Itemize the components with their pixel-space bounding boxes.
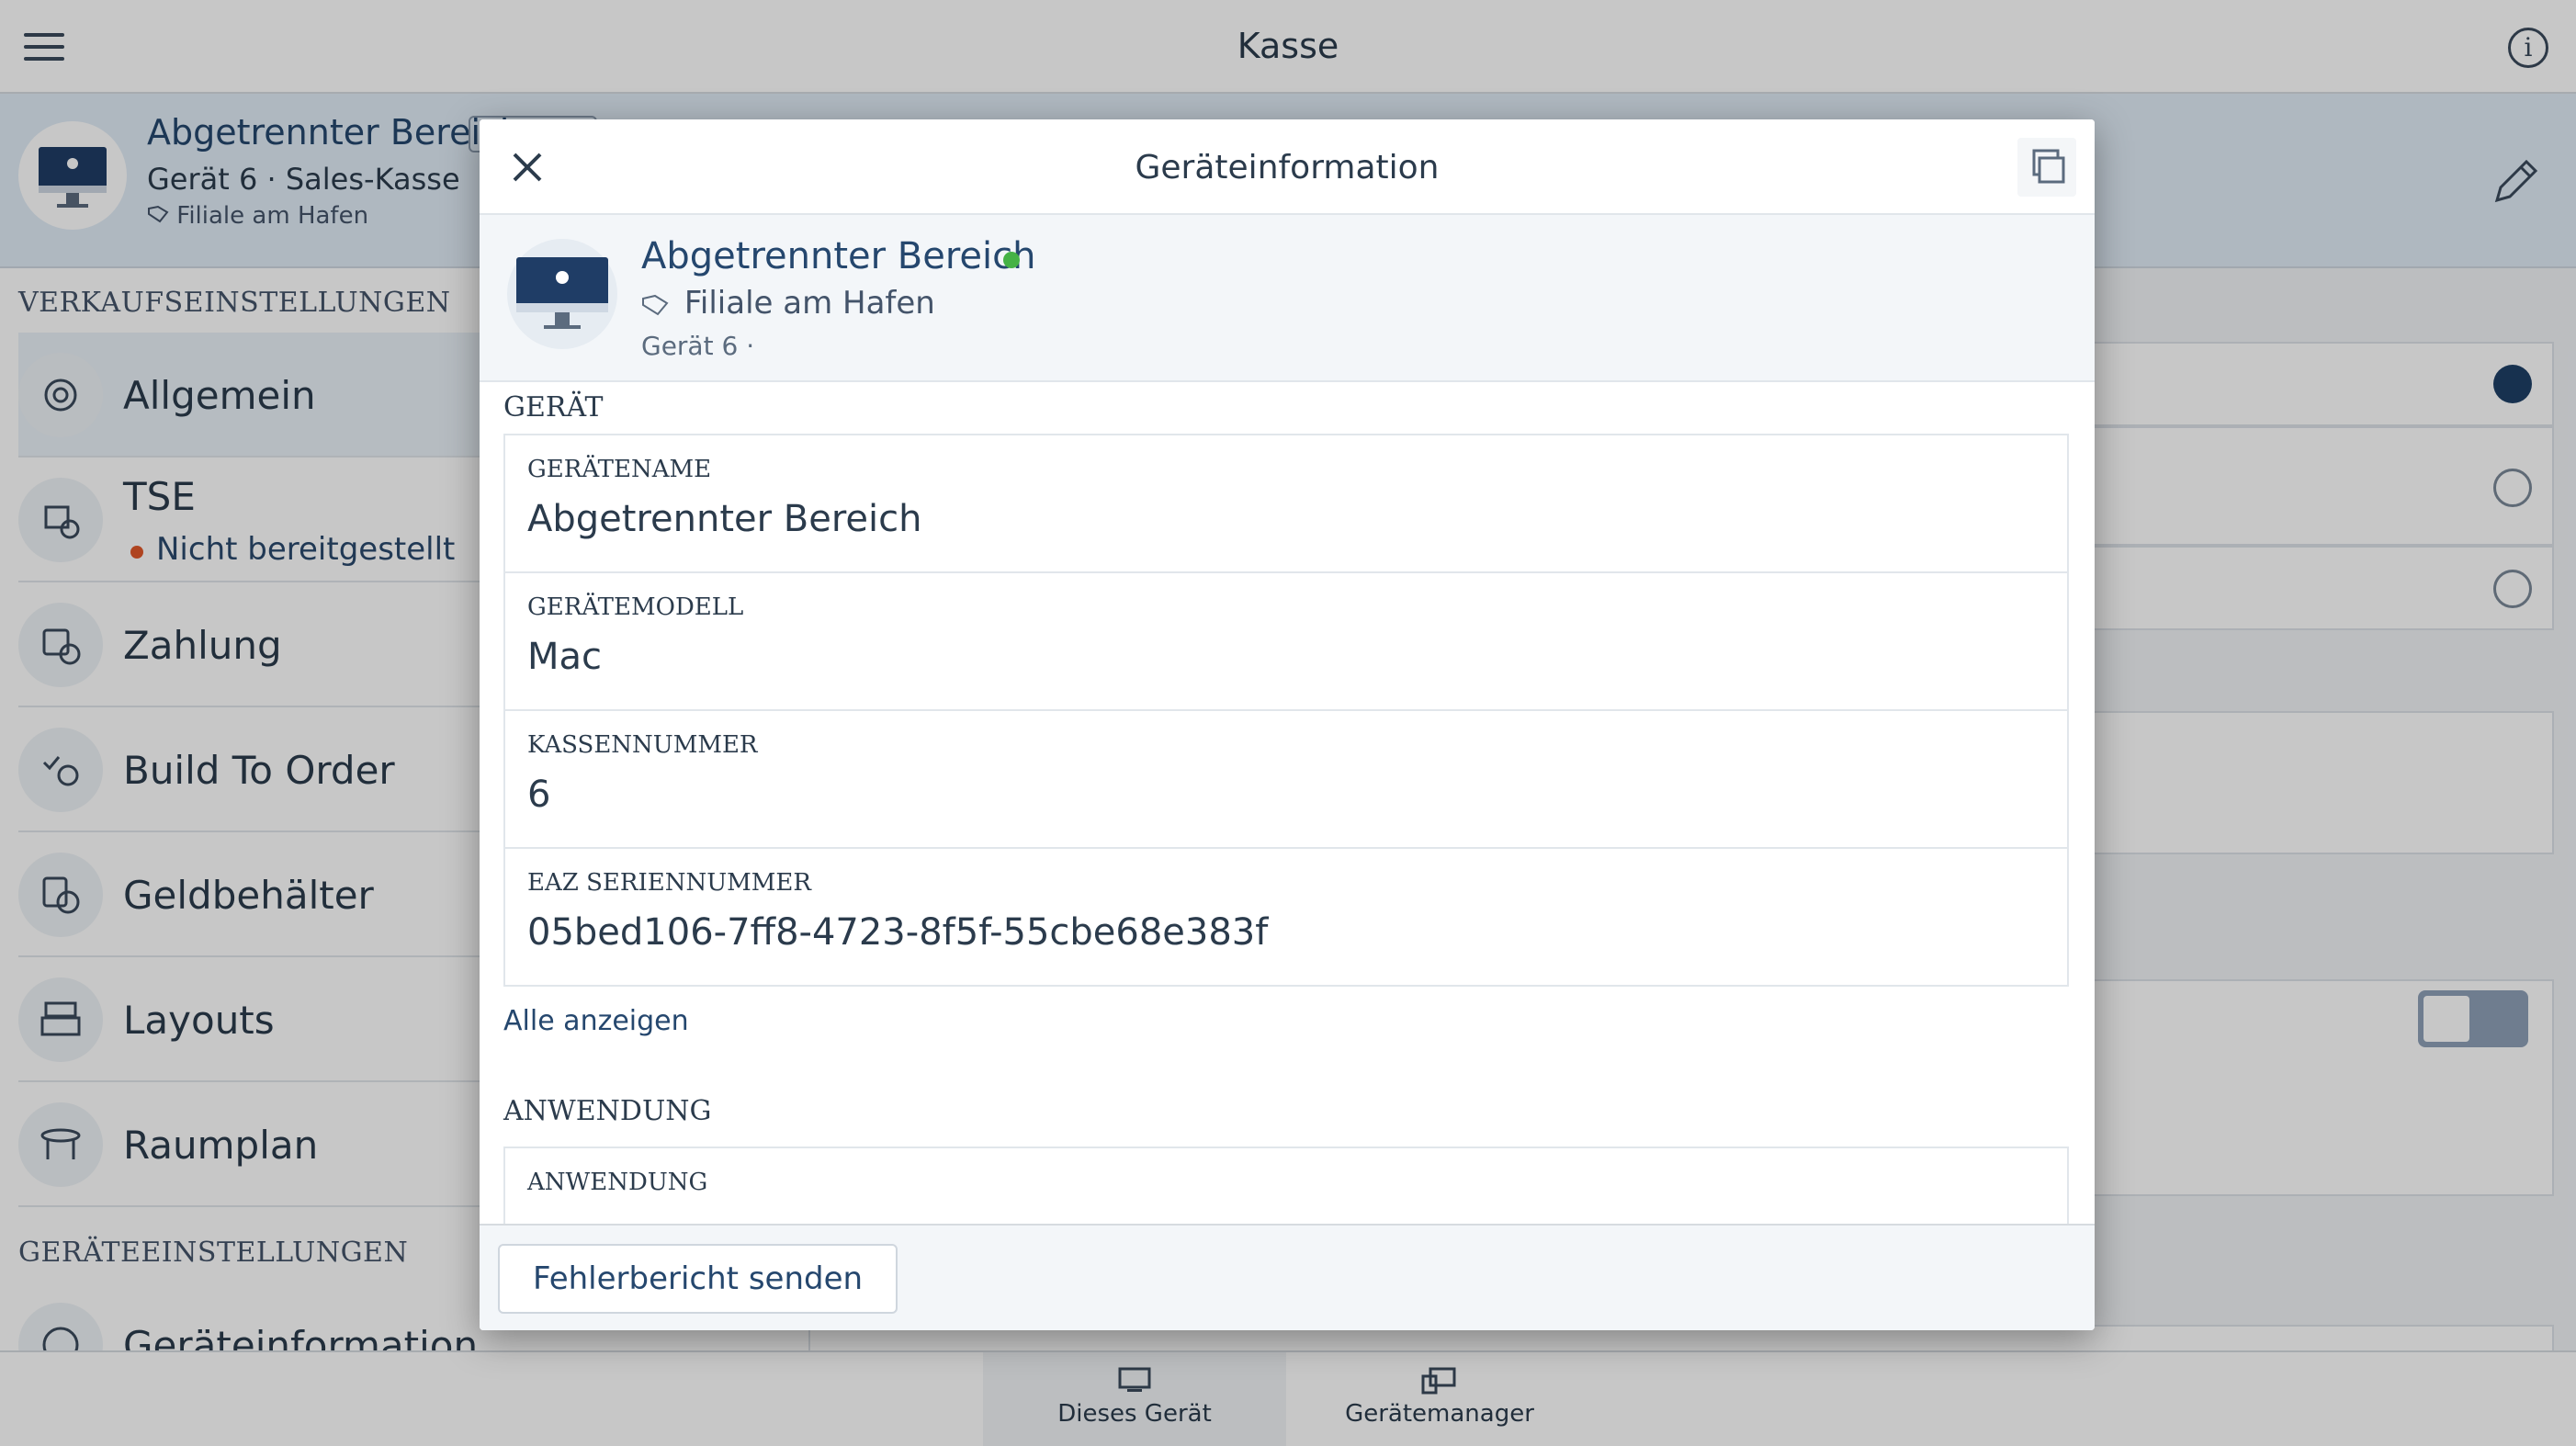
field-label: GERÄTENAME xyxy=(527,456,712,483)
modal-header: Geräteinformation xyxy=(480,119,2095,215)
modal-device-meta: Gerät 6 · xyxy=(641,331,755,361)
field-value: Mac xyxy=(527,636,603,678)
copy-icon xyxy=(2032,149,2065,184)
field-device-name: GERÄTENAME Abgetrennter Bereich xyxy=(503,434,2069,573)
show-all-link[interactable]: Alle anzeigen xyxy=(503,1005,689,1037)
imac-icon xyxy=(516,257,608,329)
modal-device-name: Abgetrennter Bereich xyxy=(641,235,1036,277)
field-serial-number: EAZ SERIENNUMMER 05bed106-7ff8-4723-8f5f… xyxy=(503,847,2069,987)
field-label: EAZ SERIENNUMMER xyxy=(527,869,811,897)
modal-device-location-text: Filiale am Hafen xyxy=(684,285,935,322)
online-status-dot xyxy=(1003,252,1020,268)
device-info-modal: Geräteinformation Abgetrennter Bereich F… xyxy=(480,119,2095,1330)
field-label: KASSENNUMMER xyxy=(527,731,758,759)
field-device-model: GERÄTEMODELL Mac xyxy=(503,571,2069,711)
device-avatar xyxy=(507,239,617,349)
field-value: 6 xyxy=(527,774,551,816)
section-label-device: GERÄT xyxy=(503,391,604,424)
field-label: GERÄTEMODELL xyxy=(527,593,744,621)
copy-button[interactable] xyxy=(2017,138,2076,197)
section-label-application: ANWENDUNG xyxy=(503,1095,712,1127)
field-register-number: KASSENNUMMER 6 xyxy=(503,709,2069,849)
field-label: ANWENDUNG xyxy=(527,1169,708,1196)
send-error-report-button[interactable]: Fehlerbericht senden xyxy=(498,1244,898,1314)
field-value: 05bed106-7ff8-4723-8f5f-55cbe68e383f xyxy=(527,911,1269,954)
modal-footer: Fehlerbericht senden xyxy=(480,1224,2095,1330)
modal-scroll-body[interactable]: GERÄT GERÄTENAME Abgetrennter Bereich GE… xyxy=(480,382,2095,1238)
field-value: Abgetrennter Bereich xyxy=(527,498,922,540)
location-tag-icon xyxy=(642,294,669,315)
modal-device-summary: Abgetrennter Bereich Filiale am Hafen Ge… xyxy=(480,215,2095,382)
modal-title: Geräteinformation xyxy=(1135,149,1440,186)
modal-device-location: Filiale am Hafen xyxy=(641,285,935,322)
